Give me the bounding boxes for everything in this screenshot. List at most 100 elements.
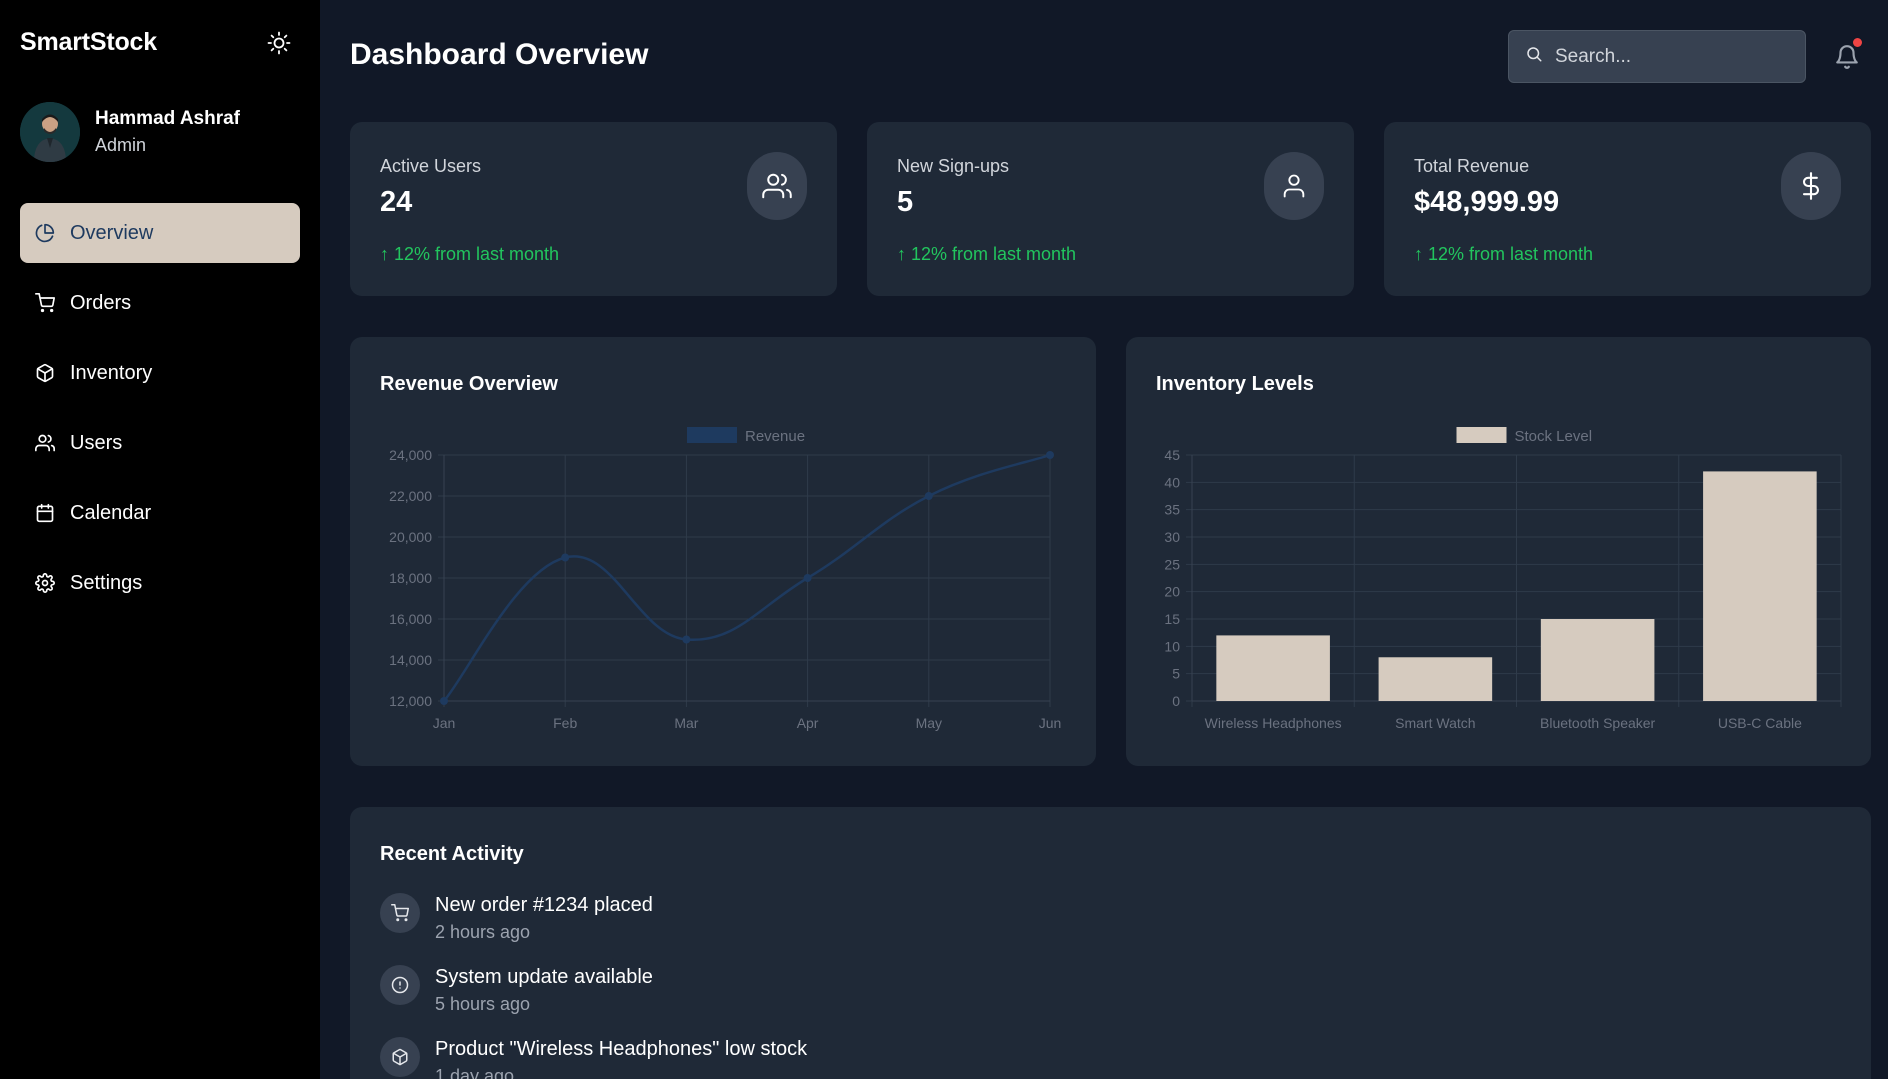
y-tick-label: 18,000 (389, 570, 432, 586)
cart-icon (34, 292, 56, 314)
y-tick-label: 20 (1164, 584, 1180, 600)
sidebar-nav: Overview Orders Inventory Users Calendar (20, 203, 300, 623)
dollar-icon (1781, 152, 1841, 220)
legend-swatch (1456, 427, 1507, 443)
bar (1703, 471, 1817, 701)
activity-list: New order #1234 placed 2 hours ago Syste… (380, 891, 807, 1079)
y-tick-label: 45 (1164, 447, 1180, 463)
legend-swatch (687, 427, 737, 443)
stat-change: ↑ 12% from last month (1414, 244, 1594, 264)
y-tick-label: 16,000 (389, 611, 432, 627)
x-tick-label: USB-C Cable (1718, 715, 1802, 731)
x-tick-label: Feb (553, 715, 577, 731)
sidebar: SmartStock Hammad Ashraf Admin Overview … (0, 0, 320, 1079)
stat-label: New Sign-ups (897, 156, 1010, 176)
gear-icon (34, 572, 56, 594)
inventory-bar-chart: 45 40 35 30 25 20 15 10 5 0 Wireless Headphones Sma… (1164, 427, 1842, 731)
y-tick-label: 35 (1164, 502, 1180, 518)
stat-card-active-users: Active Users 24 ↑ 12% from last month (350, 122, 837, 296)
y-tick-label: 10 (1164, 638, 1180, 654)
x-tick-label: Mar (674, 715, 698, 731)
activity-title: Recent Activity (380, 843, 524, 865)
brand-logo[interactable]: SmartStock (20, 28, 157, 57)
data-point (803, 574, 812, 582)
activity-title-text: New order #1234 placed (435, 894, 653, 916)
legend-label: Revenue (745, 428, 805, 445)
x-tick-label: Wireless Headphones (1205, 715, 1342, 731)
stat-value: 24 (380, 186, 413, 218)
package-icon (34, 362, 56, 384)
sidebar-item-label: Inventory (70, 361, 153, 384)
stat-value: $48,999.99 (1414, 186, 1560, 218)
activity-item[interactable]: Product "Wireless Headphones" low stock … (380, 1035, 807, 1079)
stat-value: 5 (897, 186, 914, 218)
activity-title-text: Product "Wireless Headphones" low stock (435, 1038, 808, 1060)
x-tick-label: Smart Watch (1395, 715, 1475, 731)
stat-card-new-signups: New Sign-ups 5 ↑ 12% from last month (867, 122, 1354, 296)
theme-toggle-button[interactable] (264, 28, 294, 58)
revenue-line-chart: 24,000 22,000 20,000 18,000 16,000 14,000 12,0… (389, 427, 1062, 731)
y-tick-label: 15 (1164, 611, 1180, 627)
stat-card-total-revenue: Total Revenue $48,999.99 ↑ 12% from last… (1384, 122, 1871, 296)
y-tick-label: 22,000 (389, 488, 432, 504)
notifications-button[interactable] (1834, 38, 1862, 74)
y-tick-label: 12,000 (389, 693, 432, 709)
activity-time: 2 hours ago (435, 922, 531, 942)
activity-title-text: System update available (435, 966, 653, 988)
x-tick-label: Jun (1039, 715, 1062, 731)
package-icon (380, 1037, 420, 1077)
activity-item[interactable]: System update available 5 hours ago (380, 963, 807, 1017)
bar (1216, 635, 1330, 701)
revenue-chart-card: Revenue Overview 24,000 22,000 20,000 18,00… (350, 337, 1096, 766)
cart-icon (380, 893, 420, 933)
bar (1540, 619, 1655, 701)
stat-change: ↑ 12% from last month (897, 244, 1077, 264)
page-title: Dashboard Overview (350, 38, 649, 71)
pie-chart-icon (34, 222, 56, 244)
users-icon (34, 432, 56, 454)
x-tick-label: Jan (433, 715, 456, 731)
sidebar-item-label: Calendar (70, 501, 152, 524)
sidebar-item-inventory[interactable]: Inventory (20, 343, 300, 403)
bar (1378, 657, 1493, 701)
data-point (1046, 451, 1054, 459)
users-icon (747, 152, 807, 220)
calendar-icon (34, 502, 56, 524)
user-name: Hammad Ashraf (95, 108, 241, 129)
search-box[interactable] (1508, 30, 1806, 83)
activity-time: 1 day ago (435, 1066, 515, 1079)
sidebar-item-overview[interactable]: Overview (20, 203, 300, 263)
sidebar-item-label: Orders (70, 291, 132, 314)
inventory-chart-card: Inventory Levels 45 40 35 30 25 20 15 10 5 0 Wirel… (1126, 337, 1871, 766)
legend-label: Stock Level (1515, 428, 1593, 445)
avatar[interactable] (20, 102, 80, 162)
y-tick-label: 5 (1172, 666, 1180, 682)
stat-label: Active Users (380, 156, 482, 176)
y-tick-label: 25 (1164, 556, 1180, 572)
sidebar-item-label: Overview (70, 221, 154, 244)
sidebar-item-users[interactable]: Users (20, 413, 300, 473)
alert-circle-icon (380, 965, 420, 1005)
x-tick-label: May (916, 715, 942, 731)
y-tick-label: 24,000 (389, 447, 432, 463)
stat-label: Total Revenue (1414, 156, 1530, 176)
sun-icon (267, 31, 291, 55)
sidebar-item-calendar[interactable]: Calendar (20, 483, 300, 543)
sidebar-item-orders[interactable]: Orders (20, 273, 300, 333)
activity-time: 5 hours ago (435, 994, 531, 1014)
user-icon (1264, 152, 1324, 220)
y-tick-label: 40 (1164, 474, 1180, 490)
data-point (561, 553, 570, 562)
x-tick-label: Bluetooth Speaker (1540, 715, 1656, 731)
stat-change: ↑ 12% from last month (380, 244, 560, 264)
sidebar-item-label: Settings (70, 571, 143, 594)
user-role: Admin (95, 135, 147, 155)
sidebar-item-settings[interactable]: Settings (20, 553, 300, 613)
y-tick-label: 0 (1172, 693, 1180, 709)
search-input[interactable] (1555, 45, 1785, 68)
data-point (440, 697, 448, 705)
y-tick-label: 14,000 (389, 652, 432, 668)
activity-item[interactable]: New order #1234 placed 2 hours ago (380, 891, 807, 945)
sidebar-item-label: Users (70, 431, 123, 454)
user-profile[interactable]: Hammad Ashraf Admin (20, 102, 240, 162)
